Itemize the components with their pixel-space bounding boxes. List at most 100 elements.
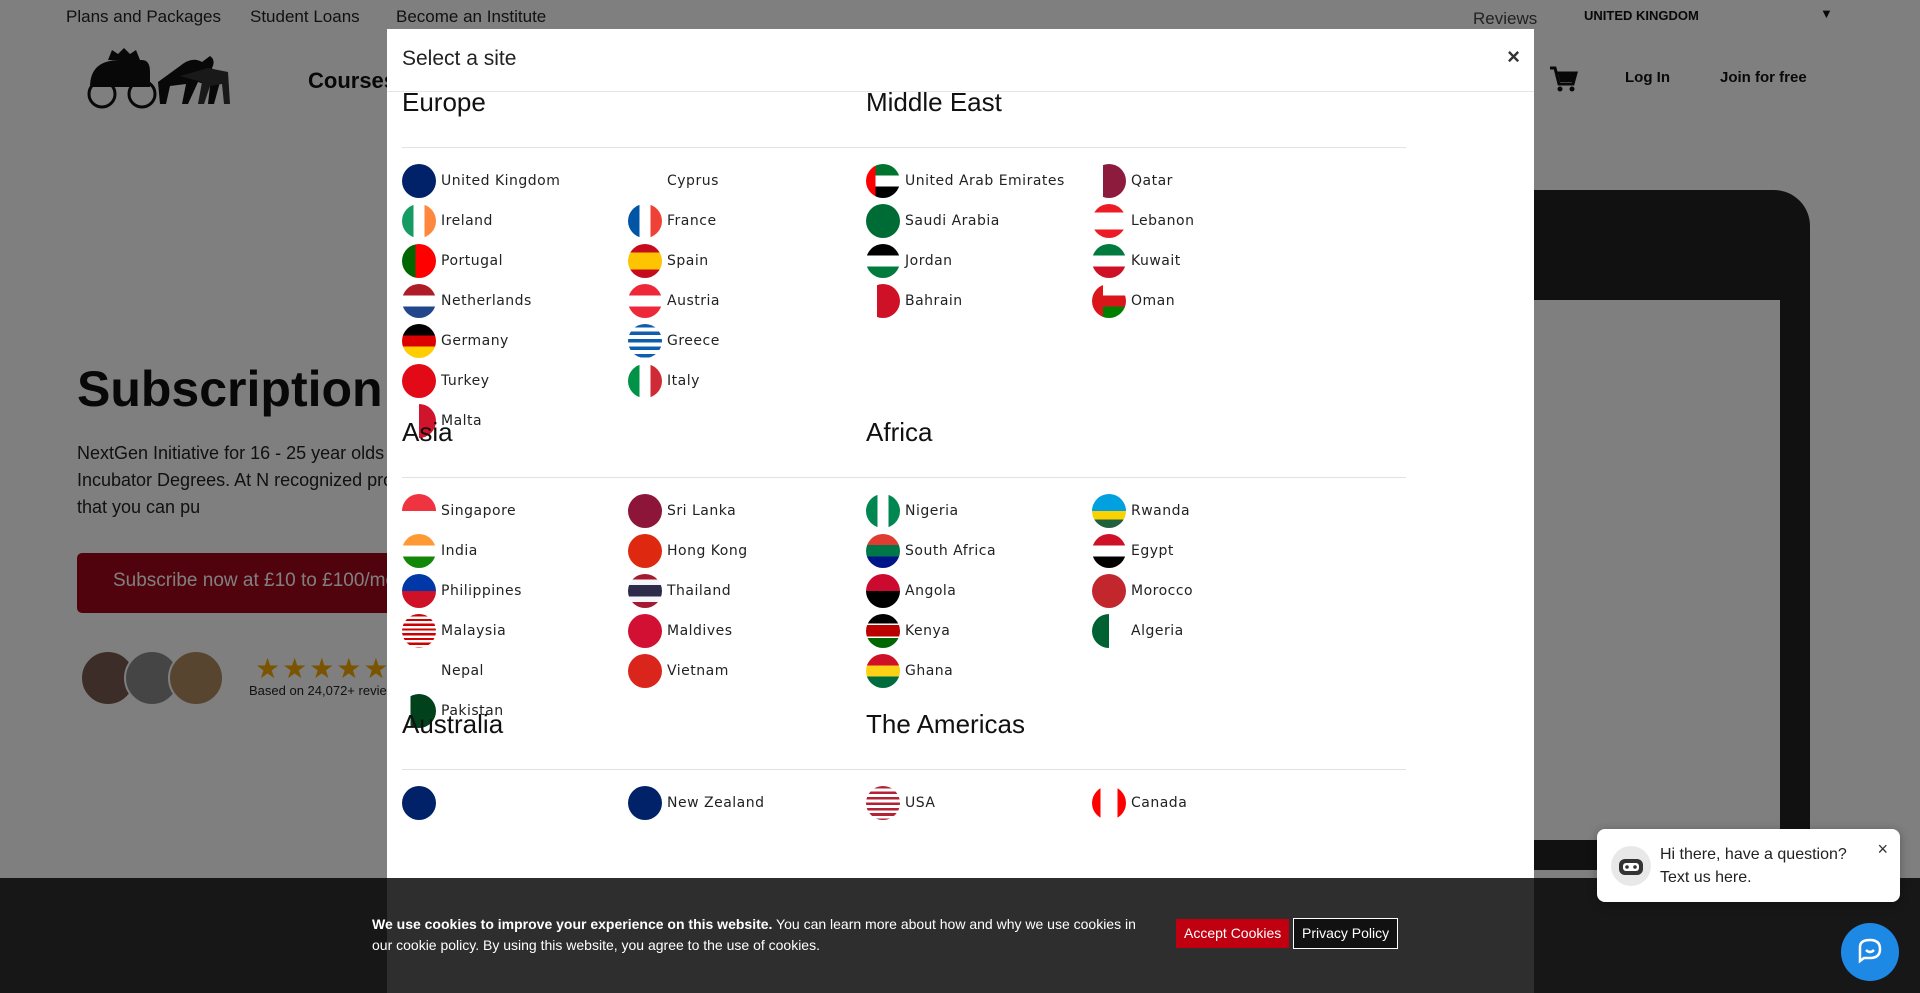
site-item-morocco[interactable]: Morocco bbox=[1092, 573, 1352, 609]
close-icon[interactable]: × bbox=[1507, 44, 1520, 70]
site-item-new-zealand[interactable]: New Zealand bbox=[628, 785, 888, 821]
flag-icon bbox=[1092, 284, 1126, 318]
site-item-egypt[interactable]: Egypt bbox=[1092, 533, 1352, 569]
site-name: United Kingdom bbox=[441, 173, 561, 189]
site-item-rwanda[interactable]: Rwanda bbox=[1092, 493, 1352, 529]
privacy-policy-button[interactable]: Privacy Policy bbox=[1293, 918, 1399, 949]
modal-header: Select a site × bbox=[387, 29, 1534, 92]
flag-icon bbox=[628, 574, 662, 608]
site-item-hong-kong[interactable]: Hong Kong bbox=[628, 533, 888, 569]
site-name: Bahrain bbox=[905, 293, 963, 309]
site-item-austria[interactable]: Austria bbox=[628, 283, 888, 319]
site-item-thailand[interactable]: Thailand bbox=[628, 573, 888, 609]
site-item-spain[interactable]: Spain bbox=[628, 243, 888, 279]
site-item-nepal[interactable]: Nepal bbox=[402, 653, 662, 689]
site-name: Morocco bbox=[1131, 583, 1194, 599]
site-item-nigeria[interactable]: Nigeria bbox=[866, 493, 1126, 529]
site-name: Sri Lanka bbox=[667, 503, 737, 519]
flag-icon bbox=[1092, 204, 1126, 238]
site-name: Greece bbox=[667, 333, 720, 349]
region-africa: Africa Nigeria Rwanda South Africa Egypt Ango… bbox=[866, 415, 1406, 688]
flag-icon bbox=[866, 614, 900, 648]
modal-title: Select a site bbox=[402, 47, 517, 70]
site-name: Angola bbox=[905, 583, 957, 599]
site-name: Egypt bbox=[1131, 543, 1174, 559]
flag-icon bbox=[628, 614, 662, 648]
site-name: France bbox=[667, 213, 717, 229]
site-item-turkey[interactable]: Turkey bbox=[402, 363, 662, 399]
site-item-bahrain[interactable]: Bahrain bbox=[866, 283, 1126, 319]
site-item-italy[interactable]: Italy bbox=[628, 363, 888, 399]
site-name: Ireland bbox=[441, 213, 493, 229]
flag-icon bbox=[1092, 534, 1126, 568]
site-item-oman[interactable]: Oman bbox=[1092, 283, 1352, 319]
flag-icon bbox=[1092, 786, 1126, 820]
site-item-united-kingdom[interactable]: United Kingdom bbox=[402, 163, 662, 199]
site-item-qatar[interactable]: Qatar bbox=[1092, 163, 1352, 199]
site-name: USA bbox=[905, 795, 936, 811]
site-name: Kenya bbox=[905, 623, 951, 639]
flag-icon bbox=[628, 654, 662, 688]
site-name: Spain bbox=[667, 253, 709, 269]
site-item-saudi-arabia[interactable]: Saudi Arabia bbox=[866, 203, 1126, 239]
close-icon[interactable]: × bbox=[1877, 839, 1888, 860]
flag-icon bbox=[866, 534, 900, 568]
site-name: New Zealand bbox=[667, 795, 765, 811]
cookie-text: We use cookies to improve your experienc… bbox=[372, 914, 1152, 956]
site-item-france[interactable]: France bbox=[628, 203, 888, 239]
region-title: Europe bbox=[402, 87, 486, 117]
site-item-united-arab-emirates[interactable]: United Arab Emirates bbox=[866, 163, 1126, 199]
region-the-americas: The Americas USA Canada bbox=[866, 707, 1406, 820]
site-name: Malaysia bbox=[441, 623, 507, 639]
chat-bubble[interactable]: Hi there, have a question? Text us here.… bbox=[1597, 829, 1900, 902]
site-item-lebanon[interactable]: Lebanon bbox=[1092, 203, 1352, 239]
site-item-sri-lanka[interactable]: Sri Lanka bbox=[628, 493, 888, 529]
accept-cookies-button[interactable]: Accept Cookies bbox=[1176, 919, 1290, 948]
site-selector-modal: Select a site × Europe United Kingdom Cypr… bbox=[387, 29, 1534, 993]
site-item-kenya[interactable]: Kenya bbox=[866, 613, 1126, 649]
site-item-india[interactable]: India bbox=[402, 533, 662, 569]
flag-icon bbox=[866, 284, 900, 318]
site-item-kuwait[interactable]: Kuwait bbox=[1092, 243, 1352, 279]
site-item-maldives[interactable]: Maldives bbox=[628, 613, 888, 649]
site-item-jordan[interactable]: Jordan bbox=[866, 243, 1126, 279]
site-item-south-africa[interactable]: South Africa bbox=[866, 533, 1126, 569]
flag-icon bbox=[866, 204, 900, 238]
flag-icon bbox=[1092, 164, 1126, 198]
site-item-cyprus[interactable]: Cyprus bbox=[628, 163, 888, 199]
flag-icon bbox=[402, 494, 436, 528]
flag-icon bbox=[628, 786, 662, 820]
chat-launcher-button[interactable] bbox=[1841, 923, 1899, 981]
flag-icon bbox=[1092, 494, 1126, 528]
site-item-portugal[interactable]: Portugal bbox=[402, 243, 662, 279]
site-item-ireland[interactable]: Ireland bbox=[402, 203, 662, 239]
flag-icon bbox=[1092, 614, 1126, 648]
site-name: Netherlands bbox=[441, 293, 532, 309]
site-item-malaysia[interactable]: Malaysia bbox=[402, 613, 662, 649]
flag-icon bbox=[628, 244, 662, 278]
site-name: Lebanon bbox=[1131, 213, 1195, 229]
site-name: Rwanda bbox=[1131, 503, 1191, 519]
site-item-germany[interactable]: Germany bbox=[402, 323, 662, 359]
site-item-angola[interactable]: Angola bbox=[866, 573, 1126, 609]
site-item-netherlands[interactable]: Netherlands bbox=[402, 283, 662, 319]
region-europe: Europe United Kingdom Cyprus Ireland France P… bbox=[402, 85, 942, 438]
site-item-algeria[interactable]: Algeria bbox=[1092, 613, 1352, 649]
site-name: Portugal bbox=[441, 253, 503, 269]
flag-icon bbox=[402, 324, 436, 358]
flag-icon bbox=[402, 574, 436, 608]
site-item-vietnam[interactable]: Vietnam bbox=[628, 653, 888, 689]
divider bbox=[866, 769, 1406, 770]
site-item-unnamed[interactable] bbox=[402, 785, 662, 821]
site-item-usa[interactable]: USA bbox=[866, 785, 1126, 821]
flag-icon bbox=[402, 534, 436, 568]
region-asia: Asia Singapore Sri Lanka India Hong Kong Phil… bbox=[402, 415, 942, 728]
site-name: Italy bbox=[667, 373, 700, 389]
site-name: Nigeria bbox=[905, 503, 959, 519]
site-item-philippines[interactable]: Philippines bbox=[402, 573, 662, 609]
site-item-greece[interactable]: Greece bbox=[628, 323, 888, 359]
site-item-canada[interactable]: Canada bbox=[1092, 785, 1352, 821]
flag-icon bbox=[402, 244, 436, 278]
site-item-ghana[interactable]: Ghana bbox=[866, 653, 1126, 689]
site-item-singapore[interactable]: Singapore bbox=[402, 493, 662, 529]
